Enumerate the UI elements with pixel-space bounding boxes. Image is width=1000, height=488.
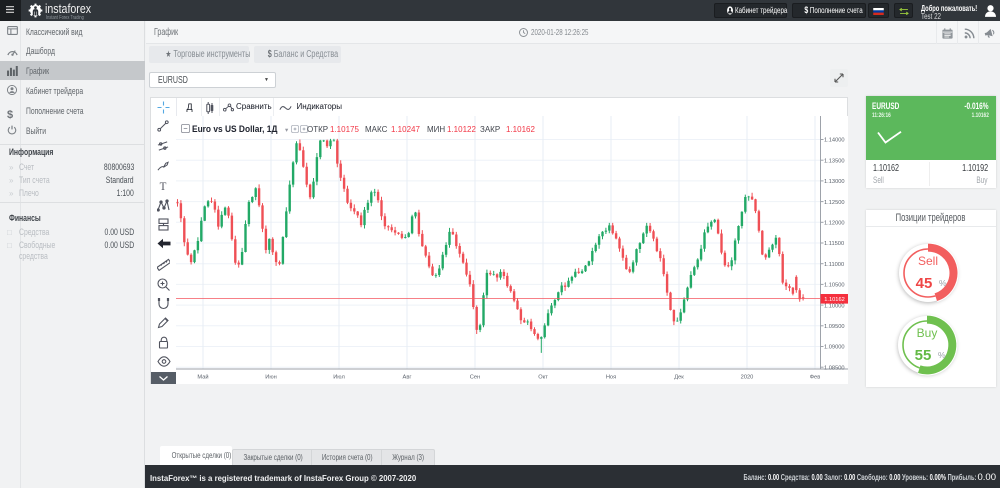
svg-text:1.10500: 1.10500 — [824, 283, 845, 289]
svg-text:1.11500: 1.11500 — [824, 241, 844, 247]
svg-text:1.13000: 1.13000 — [824, 179, 845, 185]
svg-text:T: T — [160, 181, 167, 192]
svg-text:1.12000: 1.12000 — [824, 221, 845, 227]
svg-text:Июн: Июн — [265, 375, 277, 381]
svg-text:Сен: Сен — [470, 375, 480, 381]
svg-text:1.10162: 1.10162 — [824, 297, 845, 303]
svg-text:1.08500: 1.08500 — [824, 365, 845, 371]
svg-text:Июл: Июл — [333, 375, 345, 381]
svg-text:Ноя: Ноя — [606, 375, 616, 381]
svg-text:2020: 2020 — [741, 375, 754, 381]
svg-text:Май: Май — [197, 374, 208, 381]
svg-text:Окт: Окт — [538, 375, 548, 381]
svg-text:1.14000: 1.14000 — [824, 138, 845, 144]
svg-text:1.09500: 1.09500 — [824, 324, 845, 330]
svg-text:Авг: Авг — [403, 375, 412, 381]
svg-text:1.10000: 1.10000 — [824, 303, 845, 309]
svg-text:1.12500: 1.12500 — [824, 200, 845, 206]
svg-text:1.09000: 1.09000 — [824, 345, 845, 351]
svg-text:Фев: Фев — [810, 375, 821, 381]
svg-text:Дек: Дек — [674, 375, 684, 381]
svg-text:1.11000: 1.11000 — [824, 262, 844, 268]
svg-text:1.13500: 1.13500 — [824, 158, 845, 164]
